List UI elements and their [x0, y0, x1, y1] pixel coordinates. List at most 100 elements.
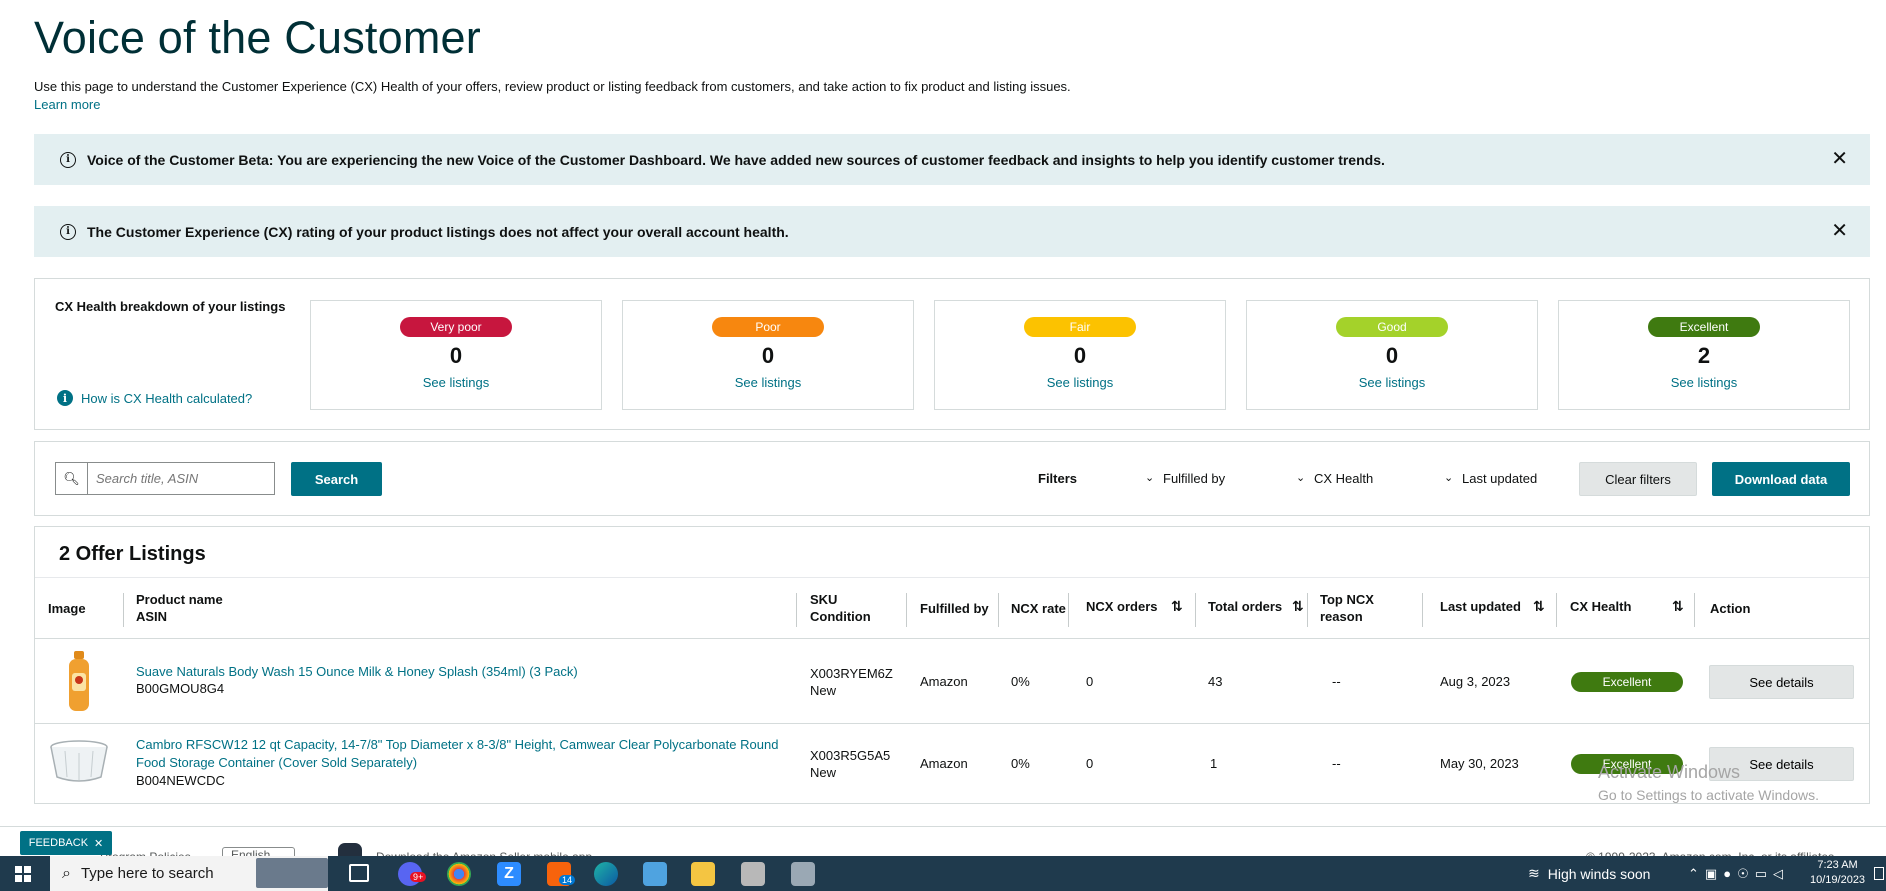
column-header-action: Action [1710, 601, 1751, 616]
search-input[interactable] [88, 463, 274, 494]
clock-time: 7:23 AM [1817, 859, 1858, 871]
cx-card-poor: Poor 0 See listings [622, 300, 914, 410]
learn-more-link[interactable]: Learn more [34, 97, 100, 112]
cx-rating-alert: i The Customer Experience (CX) rating of… [34, 206, 1870, 257]
divider [998, 593, 999, 627]
zoom-icon[interactable]: Z [497, 862, 521, 886]
fulfilled-by-value: Amazon [920, 674, 968, 689]
chevron-down-icon[interactable]: ⌄ [1444, 471, 1453, 484]
weather-text[interactable]: High winds soon [1548, 866, 1651, 882]
condition-value: New [810, 765, 837, 780]
fulfilled-by-filter[interactable]: Fulfilled by [1163, 471, 1225, 486]
wind-icon: ≋ [1528, 865, 1540, 881]
see-listings-link[interactable]: See listings [1247, 375, 1537, 390]
sku-value: X003RYEM6Z [810, 666, 893, 681]
notepad-icon[interactable] [643, 862, 667, 886]
close-icon[interactable]: ✕ [94, 837, 103, 850]
last-updated-value: Aug 3, 2023 [1440, 674, 1511, 689]
location-icon[interactable]: ● [1723, 866, 1737, 881]
product-image-storage-container[interactable] [49, 739, 109, 783]
taskbar-search[interactable]: ⌕ Type here to search [50, 856, 328, 891]
task-view-icon[interactable] [349, 864, 369, 882]
sort-icon[interactable]: ⇅ [1533, 598, 1545, 615]
product-name-link[interactable]: Suave Naturals Body Wash 15 Ounce Milk &… [136, 663, 578, 680]
cx-health-how-text[interactable]: How is CX Health calculated? [81, 391, 252, 406]
notification-badge: 14 [559, 875, 576, 885]
feedback-label[interactable]: FEEDBACK [29, 837, 88, 849]
edge-icon[interactable] [594, 862, 618, 886]
snipping-tool-icon[interactable] [791, 862, 815, 886]
microphone-icon[interactable]: ☉ [1737, 866, 1755, 882]
see-listings-link[interactable]: See listings [623, 375, 913, 390]
divider [796, 593, 797, 627]
search-button[interactable]: Search [291, 462, 382, 496]
search-icon: 🔍︎ [56, 463, 88, 494]
meet-now-icon[interactable]: ▣ [1705, 866, 1723, 882]
taskbar-search-placeholder[interactable]: Type here to search [81, 865, 214, 882]
chevron-down-icon[interactable]: ⌄ [1145, 471, 1154, 484]
see-listings-link[interactable]: See listings [935, 375, 1225, 390]
total-orders-value: 43 [1208, 674, 1223, 689]
last-updated-filter[interactable]: Last updated [1462, 471, 1537, 486]
network-icon[interactable]: ▭ [1755, 866, 1773, 882]
notification-badge: 9+ [410, 872, 427, 882]
fulfilled-by-value: Amazon [920, 756, 968, 771]
windows-taskbar: ⌕ Type here to search 9+ Z 14 ≋ High win… [0, 856, 1886, 891]
product-image-body-wash[interactable] [65, 651, 93, 713]
page-title: Voice of the Customer [34, 12, 481, 63]
column-header-image: Image [48, 601, 86, 616]
total-orders-value: 1 [1210, 756, 1218, 771]
info-icon: i [60, 151, 76, 168]
cx-card-count: 0 [449, 343, 463, 368]
cx-card-good: Good 0 See listings [1246, 300, 1538, 410]
file-explorer-icon[interactable] [691, 862, 715, 886]
ncx-rate-value: 0% [1011, 674, 1030, 689]
weather-widget[interactable]: ≋ High winds soon [1528, 856, 1650, 891]
divider [35, 577, 1869, 578]
cx-health-filter[interactable]: CX Health [1314, 471, 1373, 486]
chevron-up-icon[interactable]: ⌃ [1688, 866, 1705, 882]
cx-health-how-link[interactable]: i How is CX Health calculated? [57, 390, 252, 406]
sort-icon[interactable]: ⇅ [1672, 598, 1684, 615]
divider [1694, 593, 1695, 627]
chrome-icon[interactable] [447, 862, 471, 886]
calculator-icon[interactable] [741, 862, 765, 886]
column-header-sku: SKU Condition [810, 591, 871, 625]
feedback-button[interactable]: FEEDBACK ✕ [20, 831, 112, 855]
header-reason: reason [1320, 609, 1363, 624]
notifications-icon[interactable] [1874, 867, 1884, 880]
product-name-link[interactable]: Cambro RFSCW12 12 qt Capacity, 14-7/8" T… [136, 736, 778, 753]
column-header-cx-health[interactable]: CX Health [1570, 598, 1631, 615]
ncx-orders-value: 0 [1086, 756, 1094, 771]
divider [0, 826, 1886, 827]
divider [1422, 593, 1423, 627]
header-product-name: Product name [136, 592, 223, 607]
see-listings-link[interactable]: See listings [311, 375, 601, 390]
product-name-link-line2[interactable]: Food Storage Container (Cover Sold Separ… [136, 754, 417, 771]
system-tray[interactable]: ⌃ ▣ ● ☉ ▭ ◁ [1688, 856, 1789, 891]
header-asin: ASIN [136, 609, 168, 624]
volume-icon[interactable]: ◁ [1773, 866, 1789, 882]
sort-icon[interactable]: ⇅ [1171, 598, 1183, 615]
cx-health-panel: CX Health breakdown of your listings i H… [34, 278, 1870, 430]
see-listings-link[interactable]: See listings [1559, 375, 1849, 390]
chevron-down-icon[interactable]: ⌄ [1296, 471, 1305, 484]
column-header-ncx-rate: NCX rate [1011, 601, 1066, 616]
see-details-button[interactable]: See details [1709, 665, 1854, 699]
column-header-ncx-orders[interactable]: NCX orders [1086, 598, 1158, 615]
last-updated-value: May 30, 2023 [1440, 756, 1519, 771]
close-icon[interactable]: ✕ [1831, 149, 1848, 169]
column-header-total-orders[interactable]: Total orders [1208, 598, 1282, 615]
asin-value: B00GMOU8G4 [136, 681, 225, 696]
column-header-last-updated[interactable]: Last updated [1440, 598, 1521, 615]
cx-card-count: 0 [1073, 343, 1087, 368]
cx-card-fair: Fair 0 See listings [934, 300, 1226, 410]
cx-card-count: 0 [1385, 343, 1399, 368]
clock[interactable]: 7:23 AM 10/19/2023 [1810, 858, 1865, 888]
close-icon[interactable]: ✕ [1831, 221, 1848, 241]
clear-filters-button[interactable]: Clear filters [1579, 462, 1697, 496]
windows-start-icon[interactable] [15, 866, 31, 882]
download-data-button[interactable]: Download data [1712, 462, 1850, 496]
divider [123, 593, 124, 627]
sort-icon[interactable]: ⇅ [1292, 598, 1304, 615]
